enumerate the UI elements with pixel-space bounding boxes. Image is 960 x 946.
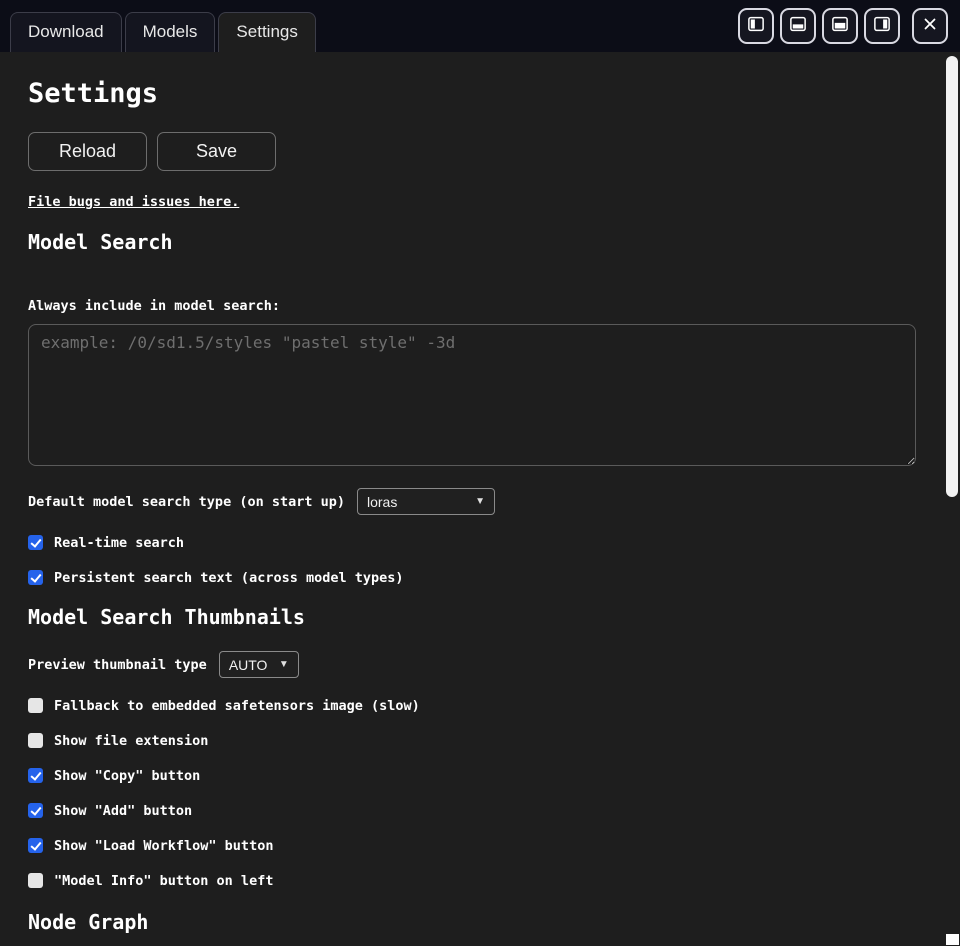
tab-bar: Download Models Settings bbox=[0, 0, 319, 52]
preview-thumbnail-type-select[interactable]: AUTO ▼ bbox=[219, 651, 299, 678]
checkbox[interactable] bbox=[28, 838, 43, 853]
tab-download[interactable]: Download bbox=[10, 12, 122, 52]
always-include-textarea[interactable] bbox=[28, 324, 916, 466]
checkbox-row-show-copy-button[interactable]: Show "Copy" button bbox=[28, 758, 916, 793]
checkbox[interactable] bbox=[28, 733, 43, 748]
panel-right-icon bbox=[873, 15, 891, 37]
thumbnail-options: Fallback to embedded safetensors image (… bbox=[28, 688, 916, 898]
checkbox-row-show-load-workflow-button[interactable]: Show "Load Workflow" button bbox=[28, 828, 916, 863]
checkbox[interactable] bbox=[28, 768, 43, 783]
checkbox[interactable] bbox=[28, 873, 43, 888]
default-search-type-row: Default model search type (on start up) … bbox=[28, 488, 916, 515]
panel-bottom-large-icon bbox=[831, 15, 849, 37]
checkbox-label: Show "Load Workflow" button bbox=[54, 838, 273, 854]
action-buttons: Reload Save bbox=[28, 132, 916, 171]
panel-bottom-icon bbox=[789, 15, 807, 37]
default-search-type-select[interactable]: loras ▼ bbox=[357, 488, 495, 515]
vertical-scrollbar[interactable] bbox=[944, 52, 960, 946]
scrollbar-thumb[interactable] bbox=[946, 56, 958, 497]
checkbox-row-real-time-search[interactable]: Real-time search bbox=[28, 525, 916, 560]
checkbox-row-persistent-search-text[interactable]: Persistent search text (across model typ… bbox=[28, 560, 916, 595]
node-graph-heading: Node Graph bbox=[28, 910, 916, 934]
checkbox-label: "Model Info" button on left bbox=[54, 873, 273, 889]
checkbox-label: Real-time search bbox=[54, 535, 184, 551]
panel-left-button[interactable] bbox=[738, 8, 774, 44]
preview-thumbnail-type-row: Preview thumbnail type AUTO ▼ bbox=[28, 651, 916, 678]
checkbox-row-fallback-safetensors[interactable]: Fallback to embedded safetensors image (… bbox=[28, 688, 916, 723]
checkbox-row-show-file-extension[interactable]: Show file extension bbox=[28, 723, 916, 758]
reload-button[interactable]: Reload bbox=[28, 132, 147, 171]
selected-value: loras bbox=[367, 494, 397, 510]
tab-settings[interactable]: Settings bbox=[218, 12, 315, 52]
default-search-type-label: Default model search type (on start up) bbox=[28, 494, 345, 510]
checkbox-label: Show "Copy" button bbox=[54, 768, 200, 784]
panel-right-button[interactable] bbox=[864, 8, 900, 44]
settings-panel: Settings Reload Save File bugs and issue… bbox=[0, 52, 944, 946]
panel-bottom-button[interactable] bbox=[780, 8, 816, 44]
checkbox[interactable] bbox=[28, 570, 43, 585]
checkbox[interactable] bbox=[28, 535, 43, 550]
panel-left-icon bbox=[747, 15, 765, 37]
checkbox-label: Show file extension bbox=[54, 733, 208, 749]
panel-bottom-large-button[interactable] bbox=[822, 8, 858, 44]
chevron-down-icon: ▼ bbox=[279, 659, 289, 670]
checkbox[interactable] bbox=[28, 698, 43, 713]
model-search-options: Real-time search Persistent search text … bbox=[28, 525, 916, 595]
thumbnails-heading: Model Search Thumbnails bbox=[28, 605, 916, 629]
chevron-down-icon: ▼ bbox=[475, 496, 485, 507]
model-search-heading: Model Search bbox=[28, 230, 916, 254]
checkbox-label: Show "Add" button bbox=[54, 803, 192, 819]
window-controls bbox=[738, 8, 960, 44]
title-bar: Download Models Settings bbox=[0, 0, 960, 52]
checkbox-label: Fallback to embedded safetensors image (… bbox=[54, 698, 420, 714]
always-include-label: Always include in model search: bbox=[28, 298, 916, 314]
checkbox[interactable] bbox=[28, 803, 43, 818]
close-button[interactable] bbox=[912, 8, 948, 44]
file-bugs-link[interactable]: File bugs and issues here. bbox=[28, 194, 239, 210]
checkbox-label: Persistent search text (across model typ… bbox=[54, 570, 404, 586]
page-title: Settings bbox=[28, 78, 916, 110]
preview-thumbnail-type-label: Preview thumbnail type bbox=[28, 657, 207, 673]
checkbox-row-show-add-button[interactable]: Show "Add" button bbox=[28, 793, 916, 828]
save-button[interactable]: Save bbox=[157, 132, 276, 171]
scrollbar-corner bbox=[946, 934, 959, 945]
close-icon bbox=[921, 15, 939, 37]
tab-models[interactable]: Models bbox=[125, 12, 216, 52]
selected-value: AUTO bbox=[229, 657, 268, 673]
checkbox-row-model-info-button-left[interactable]: "Model Info" button on left bbox=[28, 863, 916, 898]
